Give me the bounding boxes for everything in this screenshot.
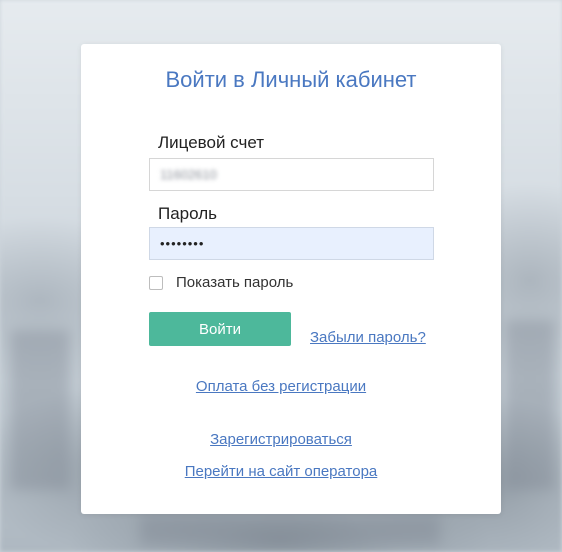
show-password-checkbox[interactable] (149, 276, 163, 290)
forgot-password-link[interactable]: Забыли пароль? (310, 329, 426, 347)
login-title: Войти в Личный кабинет (165, 67, 417, 92)
show-password-label: Показать пароль (176, 274, 294, 291)
register-text[interactable]: Зарегистрироваться (210, 431, 352, 448)
password-masked-value: •••••••• (160, 236, 205, 251)
pay-without-registration-text[interactable]: Оплата без регистрации (196, 378, 366, 395)
operator-site-link: Перейти на сайт оператора (0, 463, 562, 481)
account-label: Лицевой счет (158, 133, 265, 152)
password-label: Пароль (158, 204, 217, 223)
account-number-value: 11602610 (160, 167, 217, 182)
pay-without-registration-link: Оплата без регистрации (0, 378, 562, 396)
account-number-input[interactable]: 11602610 (149, 158, 434, 191)
operator-site-text[interactable]: Перейти на сайт оператора (185, 463, 378, 480)
register-link: Зарегистрироваться (0, 431, 562, 449)
login-button[interactable]: Войти (149, 312, 291, 346)
password-input[interactable]: •••••••• (149, 227, 434, 260)
